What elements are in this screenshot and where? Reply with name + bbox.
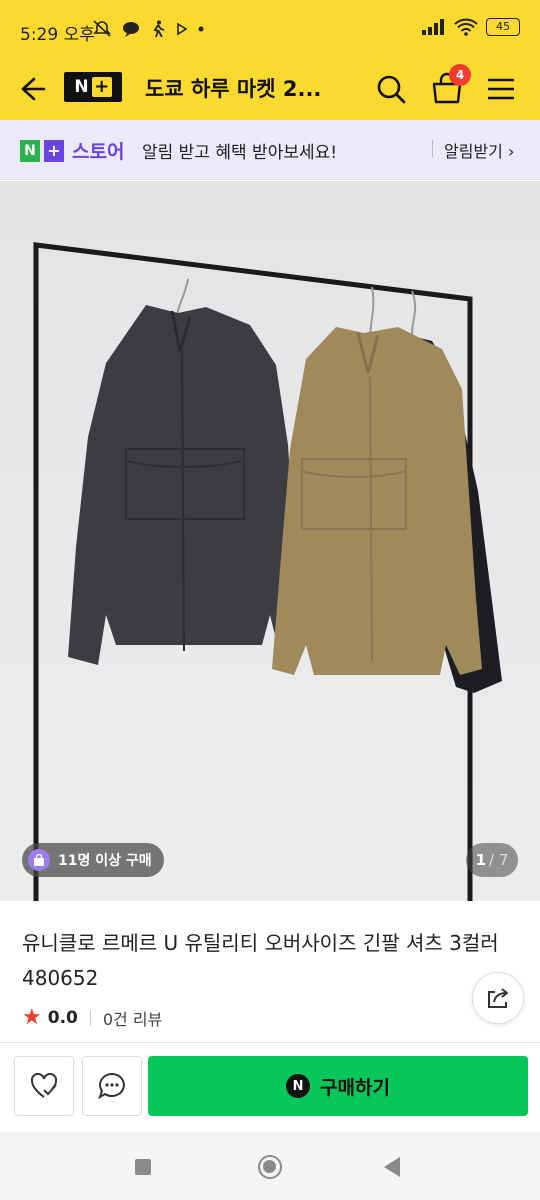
heart-check-icon	[30, 1072, 58, 1098]
store-logo-n: N	[20, 139, 40, 162]
recent-apps-icon[interactable]	[135, 1159, 151, 1175]
store-logo-plus: +	[44, 139, 64, 162]
battery-icon: 45	[486, 18, 520, 36]
chat-icon	[98, 1072, 125, 1100]
signal-icon	[422, 19, 444, 35]
current-page: 1	[475, 851, 487, 869]
notification-icons	[92, 20, 204, 38]
rating-divider	[89, 1010, 91, 1026]
walking-icon	[153, 20, 165, 38]
play-icon	[177, 22, 188, 36]
notification-subscribe-link[interactable]: 알림받기 ›	[444, 138, 514, 162]
menu-button[interactable]	[484, 72, 518, 106]
logo-plus: +	[91, 77, 112, 97]
search-icon	[377, 75, 406, 104]
share-icon	[488, 988, 508, 1008]
banner-divider	[432, 140, 433, 158]
wifi-icon	[454, 18, 478, 36]
logo-n: N	[74, 77, 89, 97]
app-header: N + 도쿄 하루 마켓 2... 4	[0, 58, 540, 120]
image-page-indicator: 1 / 7	[466, 843, 518, 877]
star-icon: ★	[22, 1005, 42, 1030]
search-button[interactable]	[372, 70, 410, 108]
system-navigation-bar	[0, 1132, 540, 1200]
product-photo	[0, 181, 540, 901]
purchase-action-bar: N 구매하기	[0, 1042, 540, 1132]
page-title: 도쿄 하루 마켓 2...	[145, 77, 322, 101]
product-title: 유니클로 르메르 U 유틸리티 오버사이즈 긴팔 셔츠 3컬러 480652	[22, 931, 499, 990]
product-image-carousel[interactable]: 11명 이상 구매 1 / 7	[0, 181, 540, 901]
talk-talk-button[interactable]	[82, 1056, 142, 1116]
muted-bell-icon	[93, 20, 111, 37]
naver-pay-icon: N	[286, 1074, 311, 1098]
naver-plus-logo[interactable]: N +	[64, 72, 122, 102]
purchase-count-text: 11명 이상 구매	[58, 853, 152, 869]
banner-message: 알림 받고 혜택 받아보세요!	[142, 143, 338, 163]
share-button[interactable]	[472, 972, 524, 1024]
chat-bubble-icon	[123, 22, 139, 37]
cart-count-badge: 4	[449, 64, 471, 86]
store-notification-banner: N + 스토어 알림 받고 혜택 받아보세요! 알림받기 ›	[0, 120, 540, 180]
dot-icon	[198, 26, 204, 32]
clock: 5:29 오후	[20, 25, 95, 45]
review-count-link[interactable]: 0건 리뷰	[103, 1006, 162, 1030]
system-indicators: 45	[422, 18, 520, 36]
menu-icon	[488, 78, 514, 100]
back-button[interactable]	[14, 72, 50, 106]
store-label: 스토어	[72, 141, 125, 163]
shopping-bag-icon	[28, 849, 50, 871]
buy-button-label: 구매하기	[320, 1076, 390, 1099]
system-back-icon[interactable]	[384, 1157, 400, 1177]
total-pages: / 7	[489, 851, 509, 869]
naver-plus-store-logo: N + 스토어	[20, 137, 124, 164]
wishlist-button[interactable]	[14, 1056, 74, 1116]
rating-row: ★ 0.0 0건 리뷰	[22, 1006, 162, 1030]
status-bar: 5:29 오후 45	[0, 0, 540, 58]
back-arrow-icon	[21, 77, 46, 101]
home-icon[interactable]	[258, 1155, 282, 1179]
buy-button[interactable]: N 구매하기	[148, 1056, 528, 1116]
purchase-count-chip: 11명 이상 구매	[22, 843, 164, 877]
rating-value: 0.0	[47, 1008, 78, 1028]
